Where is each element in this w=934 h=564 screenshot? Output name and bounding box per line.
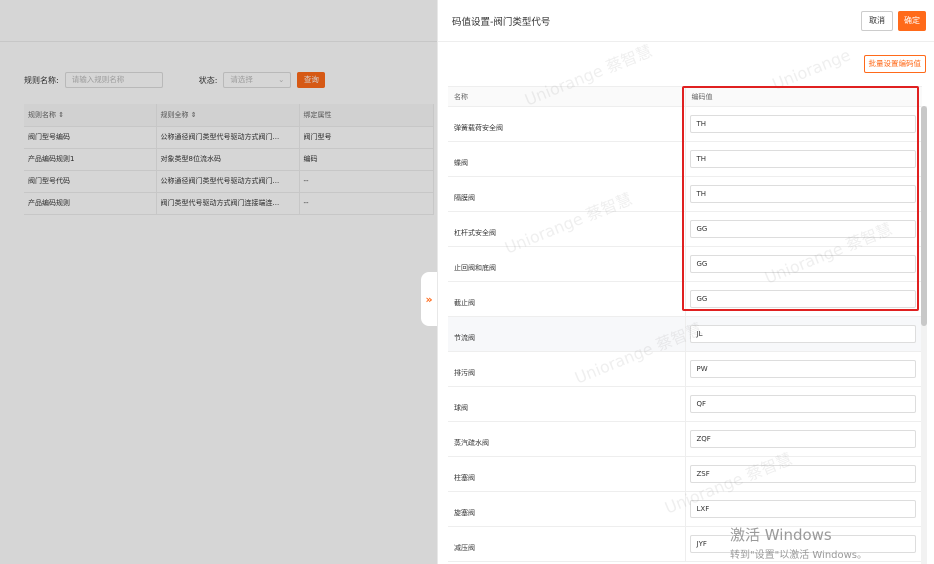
row-name: 旋塞阀 <box>448 491 686 527</box>
code-row: 止回阀和底阀 GG <box>448 246 922 282</box>
code-row: 柱塞阀 ZSF <box>448 456 922 492</box>
row-code-cell: TH <box>685 106 922 142</box>
code-row: 杠杆式安全阀 GG <box>448 211 922 247</box>
row-code-cell: QF <box>685 386 922 422</box>
code-row: 减压阀 JYF <box>448 526 922 562</box>
double-chevron-right-icon: » <box>425 292 433 306</box>
collapse-drawer-button[interactable]: » <box>421 272 437 326</box>
row-name: 截止阀 <box>448 281 686 317</box>
code-value-input[interactable]: TH <box>689 150 916 168</box>
code-table-header: 名称 编码值 <box>448 86 922 107</box>
code-value-input[interactable]: GG <box>689 290 916 308</box>
row-code-cell: GG <box>685 281 922 317</box>
col-name: 名称 <box>448 86 686 107</box>
row-code-cell: TH <box>685 141 922 177</box>
row-name: 排污阀 <box>448 351 686 387</box>
row-code-cell: GG <box>685 211 922 247</box>
row-name: 球阀 <box>448 386 686 422</box>
code-value-input[interactable]: GG <box>689 220 916 238</box>
row-code-cell: PW <box>685 351 922 387</box>
row-name: 蝶阀 <box>448 141 686 177</box>
code-row: 弹簧载荷安全阀 TH <box>448 106 922 142</box>
row-code-cell: TH <box>685 176 922 212</box>
code-value-input[interactable]: JYF <box>689 535 916 553</box>
row-name: 蒸汽疏水阀 <box>448 421 686 457</box>
col-code: 编码值 <box>685 86 922 107</box>
code-row: 球阀 QF <box>448 386 922 422</box>
row-code-cell: ZQF <box>685 421 922 457</box>
code-row: 蒸汽疏水阀 ZQF <box>448 421 922 457</box>
code-value-input[interactable]: QF <box>689 395 916 413</box>
code-row: 截止阀 GG <box>448 281 922 317</box>
row-name: 节流阀 <box>448 316 686 352</box>
code-value-input[interactable]: GG <box>689 255 916 273</box>
row-name: 减压阀 <box>448 526 686 562</box>
drawer-title: 码值设置-阀门类型代号 <box>452 16 551 28</box>
code-row: 蝶阀 TH <box>448 141 922 177</box>
row-code-cell: ZSF <box>685 456 922 492</box>
code-value-input[interactable]: TH <box>689 185 916 203</box>
row-code-cell: JL <box>685 316 922 352</box>
drawer-actions: 取消 确定 <box>861 10 926 31</box>
row-code-cell: JYF <box>685 526 922 562</box>
batch-set-code-button[interactable]: 批量设置编码值 <box>863 55 926 73</box>
code-value-input[interactable]: ZSF <box>689 465 916 483</box>
row-name: 隔膜阀 <box>448 176 686 212</box>
code-row: 旋塞阀 LXF <box>448 491 922 527</box>
row-name: 弹簧载荷安全阀 <box>448 106 686 142</box>
drawer-scrollbar-thumb[interactable] <box>921 106 927 326</box>
code-value-input[interactable]: LXF <box>689 500 916 518</box>
code-row: 节流阀 JL <box>448 316 922 352</box>
confirm-button[interactable]: 确定 <box>898 10 926 31</box>
row-name: 止回阀和底阀 <box>448 246 686 282</box>
row-name: 柱塞阀 <box>448 456 686 492</box>
batch-row: 批量设置编码值 <box>438 42 934 86</box>
code-value-input[interactable]: PW <box>689 360 916 378</box>
code-value-table: 名称 编码值 弹簧载荷安全阀 TH 蝶阀 TH 隔膜阀 TH 杠杆式安全阀 GG <box>448 86 922 562</box>
row-name: 杠杆式安全阀 <box>448 211 686 247</box>
row-code-cell: GG <box>685 246 922 282</box>
code-row: 隔膜阀 TH <box>448 176 922 212</box>
code-value-input[interactable]: ZQF <box>689 430 916 448</box>
code-row: 排污阀 PW <box>448 351 922 387</box>
code-value-drawer: 码值设置-阀门类型代号 取消 确定 批量设置编码值 名称 编码值 弹簧载荷安全阀… <box>437 0 934 564</box>
code-value-input[interactable]: TH <box>689 115 916 133</box>
code-value-input[interactable]: JL <box>689 325 916 343</box>
row-code-cell: LXF <box>685 491 922 527</box>
cancel-button[interactable]: 取消 <box>861 10 893 31</box>
drawer-header: 码值设置-阀门类型代号 取消 确定 <box>438 0 934 42</box>
